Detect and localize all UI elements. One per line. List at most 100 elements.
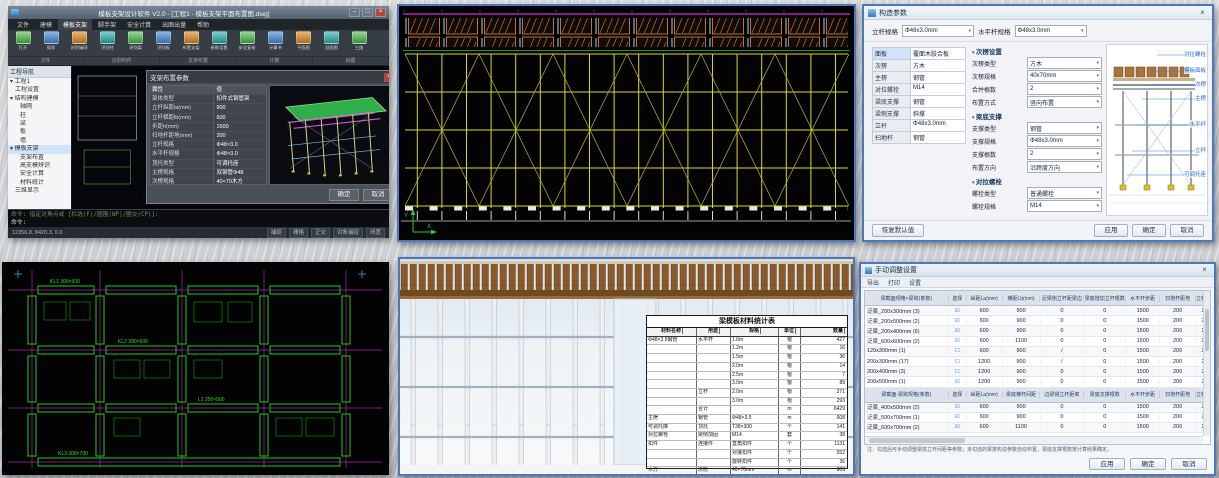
- cell-checkbox[interactable]: ☑: [949, 318, 967, 324]
- cell-step[interactable]: 1500: [1126, 414, 1160, 420]
- cell-spacing-la[interactable]: 600: [967, 414, 1003, 420]
- ribbon-button[interactable]: 识别板: [150, 31, 177, 56]
- property-value[interactable]: 200: [214, 132, 266, 140]
- cell-edge-distance[interactable]: 0: [1041, 414, 1085, 420]
- cell-checkbox[interactable]: ☑: [949, 338, 967, 344]
- cell-sweep-height[interactable]: 200: [1160, 404, 1196, 410]
- ribbon-button[interactable]: 识别柱: [94, 31, 121, 56]
- dialog-button[interactable]: 确定: [1130, 458, 1166, 470]
- property-row[interactable]: 扫地杆距地(mm) 200: [150, 132, 266, 141]
- cell-checkbox[interactable]: ☑: [949, 424, 967, 430]
- ribbon-button[interactable]: 安全复核: [234, 31, 261, 56]
- table-row[interactable]: 泛梁_600x700mm (2) ☑ 600 1100 0 0 1500 200…: [865, 423, 1210, 433]
- cell-extra-poles[interactable]: 0: [1084, 338, 1126, 344]
- cell-extra-poles[interactable]: 0: [1084, 359, 1126, 365]
- category-row[interactable]: 梁侧支撑 斜撑: [872, 107, 966, 120]
- status-toggle[interactable]: 线宽: [366, 228, 385, 238]
- cell-checkbox[interactable]: ☑: [949, 414, 967, 420]
- ribbon-button[interactable]: 保存: [38, 31, 65, 56]
- cell-spacing-la[interactable]: 600: [967, 308, 1003, 314]
- property-row[interactable]: 主楞规格 双钢管Φ48: [150, 169, 266, 178]
- ribbon-button[interactable]: 识别轴网: [66, 31, 93, 56]
- minimize-button[interactable]: –: [349, 8, 360, 17]
- scrollbar-thumb[interactable]: [869, 438, 965, 443]
- table-row[interactable]: 120x300mm (1) ☐ 600 900 / 0 1500 200 2: [865, 347, 1210, 357]
- category-row[interactable]: 主楞 钢管: [872, 71, 966, 84]
- dialog-titlebar[interactable]: 构造参数 ×: [864, 6, 1212, 20]
- ribbon-tab[interactable]: 模板支架: [58, 19, 92, 30]
- ribbon-button[interactable]: 三维: [346, 31, 373, 56]
- cell-spacing-lb[interactable]: 1100: [1003, 338, 1041, 344]
- cell-extra-poles[interactable]: 0: [1084, 379, 1126, 385]
- scaffold-3d-preview[interactable]: [269, 85, 389, 185]
- ribbon-button[interactable]: 剖面图: [318, 31, 345, 56]
- category-row[interactable]: 对拉螺栓 M14: [872, 83, 966, 96]
- dialog-close-icon[interactable]: ×: [384, 73, 389, 82]
- dialog-button[interactable]: 取消: [363, 189, 389, 201]
- property-row[interactable]: 立杆规格 Φ48×3.0: [150, 141, 266, 150]
- cell-sweep-height[interactable]: 200: [1160, 424, 1196, 430]
- cell-edge-distance[interactable]: 0: [1041, 404, 1085, 410]
- tree-item[interactable]: 安全计算: [8, 170, 71, 178]
- status-toggle[interactable]: 栅格: [289, 228, 308, 238]
- dialog-button[interactable]: 确定: [329, 189, 359, 201]
- cell-sweep-height[interactable]: 200: [1160, 338, 1196, 344]
- window-titlebar[interactable]: 模板支架设计软件 V2.0 - [工程1 - 模板支架平面布置图.dwg] – …: [8, 6, 389, 19]
- cell-spacing-lb[interactable]: 900: [1003, 348, 1041, 354]
- tree-item[interactable]: 梁: [8, 120, 71, 128]
- property-row[interactable]: 步距h(mm) 1500: [150, 123, 266, 132]
- dialog-close-icon[interactable]: ×: [1197, 8, 1208, 18]
- ribbon-button[interactable]: 计算书: [262, 31, 289, 56]
- command-line[interactable]: 命令: 指定对角点或 [栏选(F)/圈围(WP)/圈交(CP)]: 命令:: [8, 209, 389, 227]
- cell-edge-distance[interactable]: 0: [1041, 308, 1085, 314]
- cell-checkbox[interactable]: ☐: [949, 359, 967, 365]
- table-row[interactable]: 泛梁_200x500mm (2) ☑ 600 900 0 0 1500 200 …: [865, 316, 1210, 326]
- dialog-button[interactable]: 应用: [1089, 458, 1125, 470]
- cell-checkbox[interactable]: ☑: [949, 308, 967, 314]
- cad-elevation-drawing[interactable]: Y X: [399, 6, 854, 240]
- cell-spacing-lb[interactable]: 900: [1003, 404, 1041, 410]
- tree-item[interactable]: 材料统计: [8, 179, 71, 187]
- cell-extra-poles[interactable]: 0: [1084, 369, 1126, 375]
- vertical-scrollbar[interactable]: [1203, 291, 1210, 436]
- property-row[interactable]: 架体类型 扣件式钢管架: [150, 95, 266, 104]
- tree-item[interactable]: 墙: [8, 137, 71, 145]
- ribbon-button[interactable]: 布置支架: [178, 31, 205, 56]
- tree-item[interactable]: ▾ 结构建模: [8, 95, 71, 103]
- form-combo[interactable]: 方木: [1027, 57, 1102, 69]
- property-value[interactable]: 双钢管Φ48: [214, 169, 266, 177]
- status-toggle[interactable]: 捕捉: [267, 228, 286, 238]
- cell-spacing-la[interactable]: 600: [967, 338, 1003, 344]
- dialog-titlebar[interactable]: 手动调整设置 ×: [861, 264, 1214, 277]
- menu-item[interactable]: 设置: [909, 278, 921, 287]
- dialog-close-icon[interactable]: ×: [1199, 265, 1210, 275]
- cell-checkbox[interactable]: ☐: [949, 369, 967, 375]
- cell-step[interactable]: 1500: [1126, 338, 1160, 344]
- table-row[interactable]: 200x400mm (3) ☐ 1200 900 0 0 1500 200 2: [865, 367, 1210, 377]
- cell-sweep-height[interactable]: 200: [1160, 348, 1196, 354]
- cell-checkbox[interactable]: ☑: [949, 379, 967, 385]
- tree-item[interactable]: 板: [8, 128, 71, 136]
- tree-item[interactable]: 柱: [8, 112, 71, 120]
- cell-sweep-height[interactable]: 200: [1160, 318, 1196, 324]
- cell-spacing-lb[interactable]: 1100: [1003, 424, 1041, 430]
- property-value[interactable]: 1500: [214, 123, 266, 131]
- drawing-canvas[interactable]: 支架布置参数 × 属性值 架体类型 扣件式钢管架 立杆纵距la(mm): [72, 66, 389, 209]
- tree-item[interactable]: 高支模辨识: [8, 162, 71, 170]
- cell-extra-poles[interactable]: 0: [1084, 318, 1126, 324]
- cell-sweep-height[interactable]: 200: [1160, 359, 1196, 365]
- cell-spacing-lb[interactable]: 900: [1003, 414, 1041, 420]
- cell-sweep-height[interactable]: 200: [1160, 308, 1196, 314]
- cell-spacing-la[interactable]: 600: [967, 348, 1003, 354]
- form-combo[interactable]: 2: [1027, 148, 1102, 160]
- cell-step[interactable]: 1500: [1126, 379, 1160, 385]
- table-row[interactable]: 泛梁_200x400mm (6) ☑ 600 900 0 0 1500 200 …: [865, 326, 1210, 336]
- form-combo[interactable]: 沿跨度方向: [1027, 161, 1102, 173]
- cell-spacing-la[interactable]: 600: [967, 424, 1003, 430]
- table-row[interactable]: 泛梁_400x500mm (2) ☑ 600 900 0 0 1500 200 …: [865, 403, 1210, 413]
- cell-spacing-lb[interactable]: 900: [1003, 318, 1041, 324]
- cell-edge-distance[interactable]: 0: [1041, 369, 1085, 375]
- category-row[interactable]: 立杆 Φ48x3.0mm: [872, 119, 966, 132]
- ribbon-tab[interactable]: 出图出量: [157, 19, 191, 30]
- group-header[interactable]: 梁底支撑: [972, 109, 1102, 122]
